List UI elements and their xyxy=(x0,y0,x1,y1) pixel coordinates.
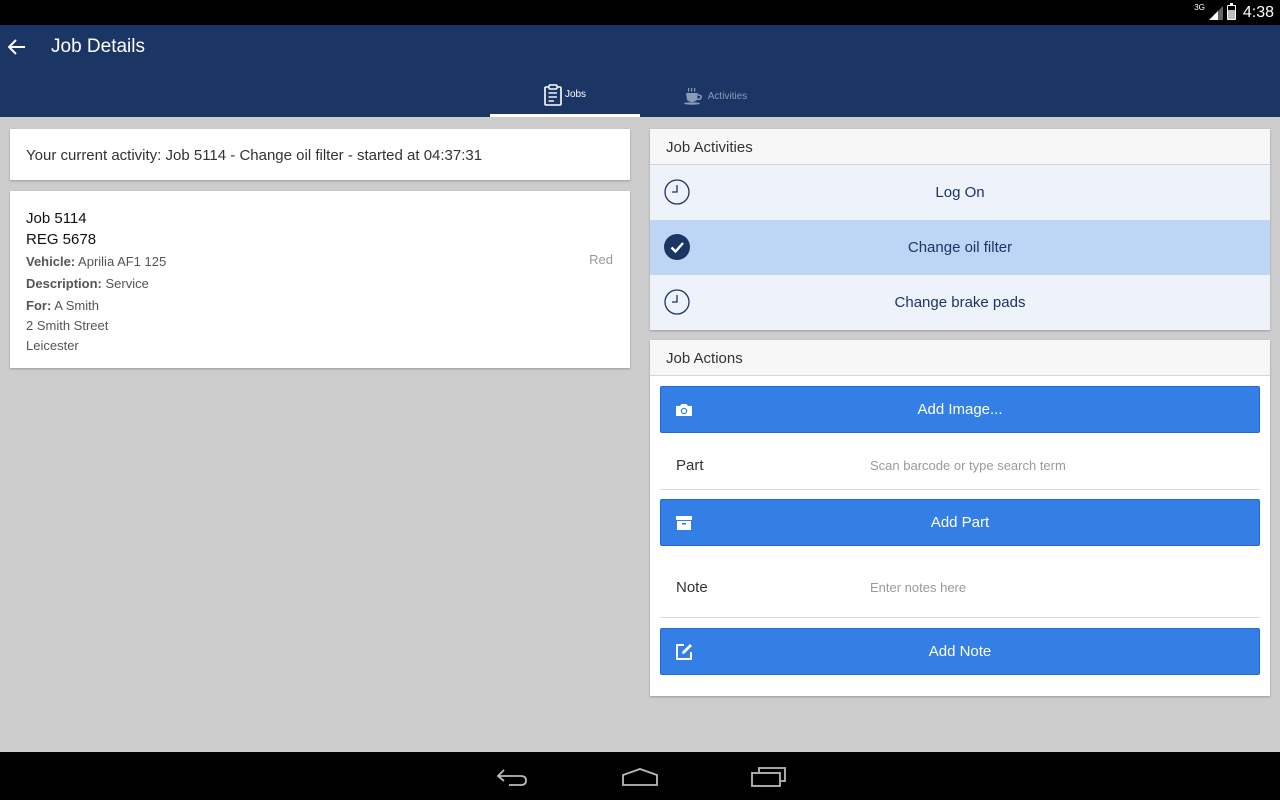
arrow-left-icon xyxy=(8,39,25,55)
add-note-label: Add Note xyxy=(928,643,992,660)
activity-label: Change brake pads xyxy=(894,294,1026,311)
description-line: Description: Service xyxy=(26,274,614,294)
vehicle-color: Red xyxy=(589,252,613,267)
customer-name: A Smith xyxy=(54,298,99,313)
add-image-label: Add Image... xyxy=(917,401,1003,418)
job-actions-panel: Job Actions Add Image... Part Add Part N… xyxy=(650,340,1270,696)
description-label: Description: xyxy=(26,276,102,291)
description-value: Service xyxy=(105,276,149,291)
main-content: Your current activity: Job 5114 - Change… xyxy=(0,117,1280,752)
part-search-input[interactable] xyxy=(870,450,1250,480)
app-bar: Job Details Jobs Activities xyxy=(0,25,1280,117)
activity-row-change-oil-filter[interactable]: Change oil filter xyxy=(650,220,1270,275)
camera-icon xyxy=(676,404,692,416)
network-type-label: 3G xyxy=(1194,3,1205,12)
nav-recents-icon xyxy=(751,767,786,787)
activity-label: Log On xyxy=(935,184,985,201)
vehicle-value: Aprilia AF1 125 xyxy=(78,254,167,269)
battery-icon xyxy=(1226,3,1236,20)
add-part-label: Add Part xyxy=(930,514,990,531)
edit-note-icon xyxy=(676,644,692,660)
job-activities-title: Job Activities xyxy=(650,129,1270,165)
activity-row-log-on[interactable]: Log On xyxy=(650,165,1270,220)
nav-home-icon xyxy=(622,768,658,786)
status-icons: 3G 4:38 xyxy=(1194,0,1274,25)
add-image-button[interactable]: Add Image... xyxy=(660,386,1260,433)
note-label: Note xyxy=(676,579,708,596)
clock-icon xyxy=(664,179,690,205)
activity-label: Change oil filter xyxy=(907,239,1013,256)
tab-activities[interactable]: Activities xyxy=(640,75,790,117)
job-card[interactable]: Job 5114 REG 5678 Vehicle: Aprilia AF1 1… xyxy=(10,191,630,368)
status-clock: 4:38 xyxy=(1242,3,1274,21)
nav-home-button[interactable] xyxy=(618,764,662,790)
note-input[interactable] xyxy=(870,572,1250,602)
part-field-row: Part xyxy=(660,440,1260,490)
activity-row-change-brake-pads[interactable]: Change brake pads xyxy=(650,275,1270,330)
job-actions-title: Job Actions xyxy=(650,340,1270,376)
check-circle-icon xyxy=(664,234,690,260)
nav-back-button[interactable] xyxy=(490,764,534,790)
nav-recents-button[interactable] xyxy=(746,764,790,790)
tab-jobs[interactable]: Jobs xyxy=(490,75,640,117)
job-reg: REG 5678 xyxy=(26,231,97,248)
system-nav-bar xyxy=(0,752,1280,800)
current-activity-text: Your current activity: Job 5114 - Change… xyxy=(26,147,483,164)
clock-icon xyxy=(664,289,690,315)
vehicle-line: Vehicle: Aprilia AF1 125 xyxy=(26,252,614,272)
tab-jobs-label: Jobs xyxy=(564,89,587,100)
tab-bar: Jobs Activities xyxy=(490,75,790,117)
coffee-cup-icon xyxy=(683,87,702,105)
job-activities-panel: Job Activities Log On Change oil filter … xyxy=(650,129,1270,330)
note-field-row: Note xyxy=(660,560,1260,618)
add-note-button[interactable]: Add Note xyxy=(660,628,1260,675)
for-label: For: xyxy=(26,298,52,313)
add-part-button[interactable]: Add Part xyxy=(660,499,1260,546)
status-bar: 3G 4:38 xyxy=(0,0,1280,25)
back-button[interactable] xyxy=(5,35,29,59)
address-line-2: Leicester xyxy=(26,338,79,353)
nav-back-icon xyxy=(496,769,527,786)
tab-activities-label: Activities xyxy=(707,90,748,102)
job-number: Job 5114 xyxy=(26,210,87,227)
archive-box-icon xyxy=(676,516,692,530)
current-activity-card: Your current activity: Job 5114 - Change… xyxy=(10,129,630,180)
clipboard-icon xyxy=(544,83,562,106)
vehicle-label: Vehicle: xyxy=(26,254,76,269)
address-line-1: 2 Smith Street xyxy=(26,318,109,333)
page-title: Job Details xyxy=(51,36,145,57)
signal-icon xyxy=(1208,5,1223,20)
customer-line: For: A Smith xyxy=(26,296,614,316)
part-label: Part xyxy=(676,457,704,474)
